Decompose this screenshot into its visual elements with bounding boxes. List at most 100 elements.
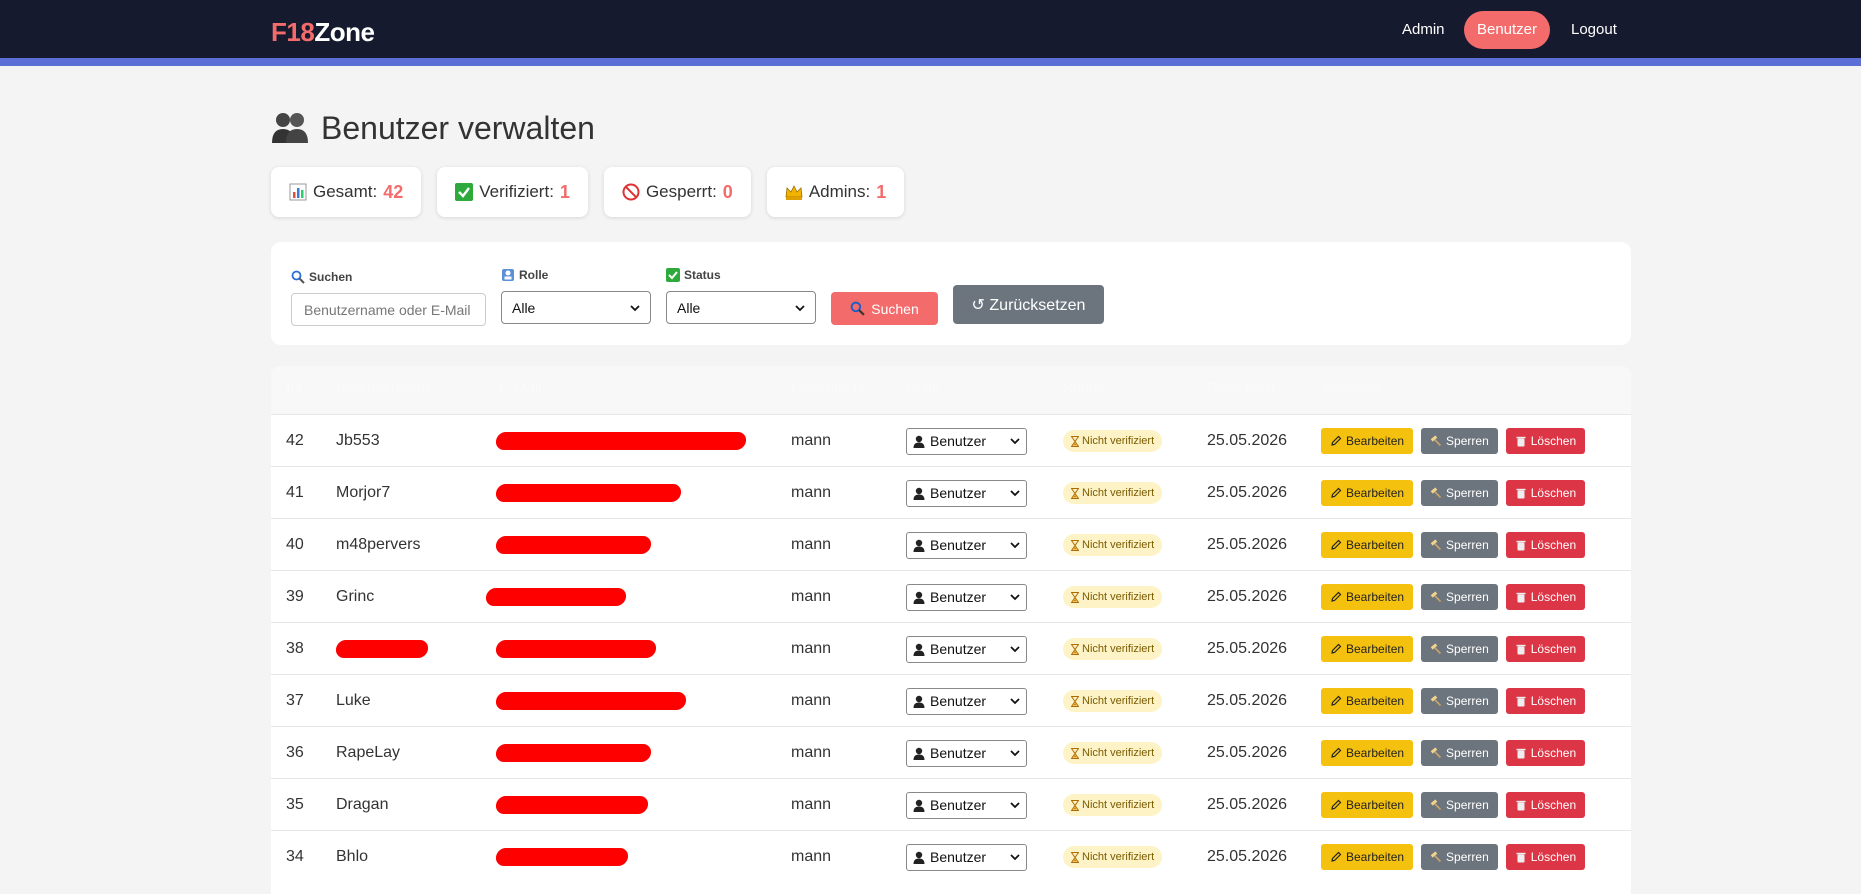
pencil-icon <box>1331 695 1342 706</box>
registered-cell: 25.05.2026 <box>1207 588 1288 605</box>
filter-panel: Suchen Benutzername oder E-Mail Rolle Al… <box>271 242 1631 345</box>
edit-button[interactable]: Bearbeiten <box>1321 480 1414 506</box>
edit-button[interactable]: Bearbeiten <box>1321 740 1414 766</box>
role-select[interactable]: Benutzer <box>906 583 1027 611</box>
email-cell <box>495 623 657 675</box>
username-cell: m48pervers <box>336 536 421 553</box>
header-email[interactable]: E-Mail <box>499 380 542 397</box>
pencil-icon <box>1331 487 1342 498</box>
table-row: 36 RapeLay mann Benutzer Nicht verifizie… <box>271 726 1631 778</box>
gender-cell: mann <box>791 744 832 761</box>
id-cell: 37 <box>286 692 304 709</box>
user-icon <box>913 591 925 604</box>
nav-benutzer-link[interactable]: Benutzer <box>1464 11 1550 49</box>
role-cell: Benutzer <box>906 727 1027 779</box>
actions-cell: Bearbeiten Sperren Löschen <box>1321 675 1586 727</box>
top-navbar: F18Zone Admin Benutzer Logout <box>0 0 1861 66</box>
trash-icon <box>1516 436 1526 447</box>
lock-button[interactable]: Sperren <box>1421 636 1498 662</box>
edit-button[interactable]: Bearbeiten <box>1321 844 1414 870</box>
role-select[interactable]: Benutzer <box>906 635 1027 663</box>
id-cell: 42 <box>286 432 304 449</box>
nav-admin-link[interactable]: Admin <box>1402 11 1445 49</box>
id-cell: 41 <box>286 484 304 501</box>
lock-button[interactable]: Sperren <box>1421 532 1498 558</box>
delete-button[interactable]: Löschen <box>1505 792 1586 818</box>
edit-button[interactable]: Bearbeiten <box>1321 584 1414 610</box>
hammer-icon <box>1430 799 1442 811</box>
edit-button[interactable]: Bearbeiten <box>1321 532 1414 558</box>
hammer-icon <box>1430 435 1442 447</box>
role-label: Rolle <box>501 267 651 283</box>
edit-button[interactable]: Bearbeiten <box>1321 792 1414 818</box>
role-cell: Benutzer <box>906 519 1027 571</box>
role-select[interactable]: Benutzer <box>906 479 1027 507</box>
delete-button[interactable]: Löschen <box>1505 844 1586 870</box>
check-icon <box>666 268 680 282</box>
trash-icon <box>1516 696 1526 707</box>
role-select[interactable]: Benutzer <box>906 427 1027 455</box>
status-cell: Nicht verifiziert <box>1063 519 1163 571</box>
status-select[interactable]: Alle <box>666 291 816 324</box>
nav-logout-link[interactable]: Logout <box>1571 11 1617 49</box>
gender-cell: mann <box>791 484 832 501</box>
role-select[interactable]: Benutzer <box>906 791 1027 819</box>
actions-cell: Bearbeiten Sperren Löschen <box>1321 571 1586 623</box>
delete-button[interactable]: Löschen <box>1505 740 1586 766</box>
header-status[interactable]: Status <box>1063 380 1106 397</box>
status-cell: Nicht verifiziert <box>1063 779 1163 831</box>
chevron-down-icon <box>1010 594 1020 601</box>
trash-icon <box>1516 488 1526 499</box>
search-input[interactable]: Benutzername oder E-Mail <box>291 293 486 326</box>
header-role[interactable]: Rolle <box>906 380 940 397</box>
role-select[interactable]: Benutzer <box>906 687 1027 715</box>
lock-button[interactable]: Sperren <box>1421 480 1498 506</box>
magnifier-icon <box>850 301 865 316</box>
reset-button[interactable]: ↺ Zurücksetzen <box>953 285 1104 324</box>
header-id[interactable]: ID <box>286 380 301 397</box>
delete-button[interactable]: Löschen <box>1505 480 1586 506</box>
delete-button[interactable]: Löschen <box>1505 636 1586 662</box>
registered-cell: 25.05.2026 <box>1207 640 1288 657</box>
delete-button[interactable]: Löschen <box>1505 688 1586 714</box>
edit-button[interactable]: Bearbeiten <box>1321 428 1414 454</box>
delete-button[interactable]: Löschen <box>1505 584 1586 610</box>
user-icon <box>913 799 925 812</box>
edit-button[interactable]: Bearbeiten <box>1321 688 1414 714</box>
edit-button[interactable]: Bearbeiten <box>1321 636 1414 662</box>
header-gender[interactable]: Geschlecht <box>791 380 866 397</box>
lock-button[interactable]: Sperren <box>1421 844 1498 870</box>
id-cell: 34 <box>286 848 304 865</box>
delete-button[interactable]: Löschen <box>1505 428 1586 454</box>
username-cell: RapeLay <box>336 744 401 761</box>
lock-button[interactable]: Sperren <box>1421 428 1498 454</box>
email-cell <box>485 571 627 623</box>
role-select[interactable]: Benutzer <box>906 843 1027 871</box>
username-cell: Dragan <box>336 796 389 813</box>
redaction-mark <box>495 692 687 710</box>
header-registered[interactable]: Registriert <box>1207 380 1275 397</box>
table-row: 39 Grinc mann Benutzer Nicht verifiziert… <box>271 570 1631 622</box>
search-button[interactable]: Suchen <box>831 292 938 325</box>
delete-button[interactable]: Löschen <box>1505 532 1586 558</box>
lock-button[interactable]: Sperren <box>1421 792 1498 818</box>
user-icon <box>913 851 925 864</box>
id-cell: 35 <box>286 796 304 813</box>
hourglass-icon <box>1071 591 1079 603</box>
role-select[interactable]: Benutzer <box>906 739 1027 767</box>
role-cell: Benutzer <box>906 467 1027 519</box>
role-select[interactable]: Benutzer <box>906 531 1027 559</box>
lock-button[interactable]: Sperren <box>1421 584 1498 610</box>
stats-bar: Gesamt: 42 Verifiziert: 1 Gesperrt: 0 Ad… <box>271 167 905 217</box>
hourglass-icon <box>1071 539 1079 551</box>
lock-button[interactable]: Sperren <box>1421 740 1498 766</box>
status-badge: Nicht verifiziert <box>1063 638 1163 660</box>
redaction-mark <box>495 432 747 450</box>
header-username[interactable]: Benutzername <box>336 380 434 397</box>
role-select[interactable]: Alle <box>501 291 651 324</box>
user-icon <box>913 435 925 448</box>
id-cell: 36 <box>286 744 304 761</box>
lock-button[interactable]: Sperren <box>1421 688 1498 714</box>
table-row: 38 mann Benutzer Nicht verifiziert 25.05… <box>271 622 1631 674</box>
username-cell: Grinc <box>336 588 375 605</box>
